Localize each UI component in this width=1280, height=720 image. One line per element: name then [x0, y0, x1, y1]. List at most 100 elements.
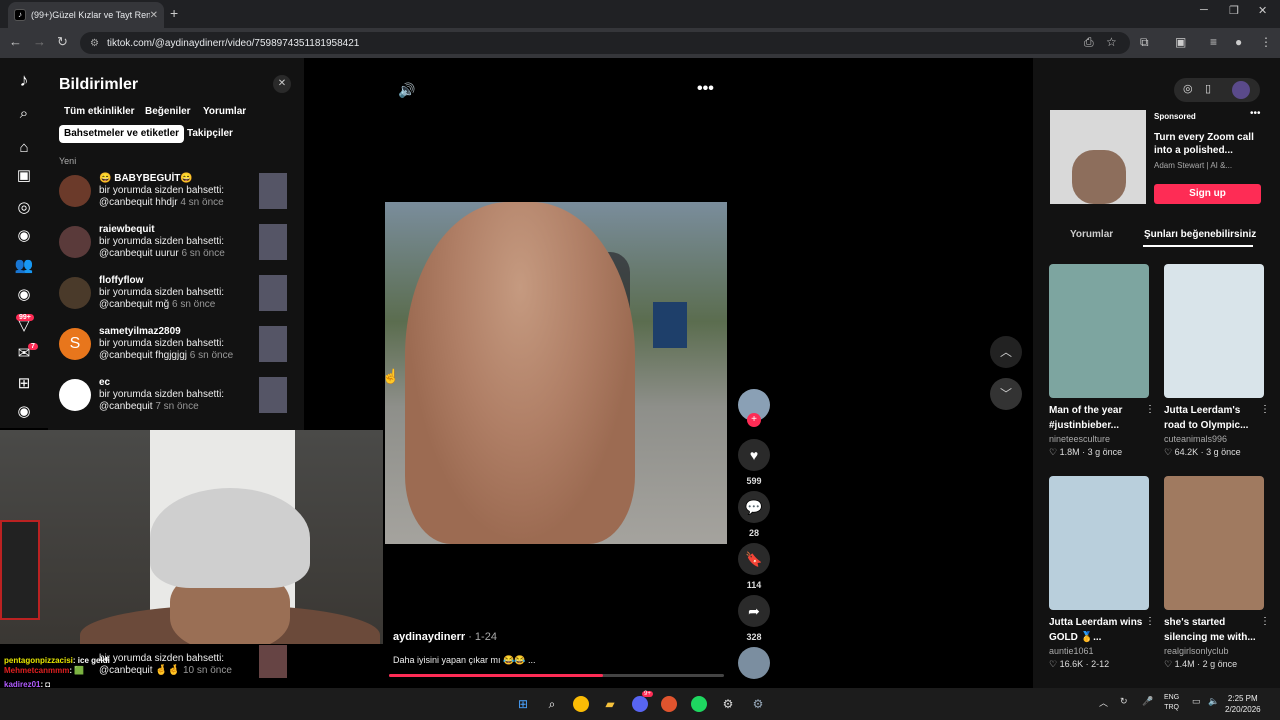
friends-avatar-icon[interactable]: ◉ — [14, 285, 34, 305]
close-window-icon[interactable]: ✕ — [1258, 4, 1267, 17]
notification-avatar[interactable]: S — [59, 328, 91, 360]
chip-likes[interactable]: Beğeniler — [140, 103, 196, 121]
live-avatar-icon[interactable]: ◉ — [14, 226, 34, 246]
mic-icon[interactable]: 🎤 — [1142, 696, 1153, 707]
card-title[interactable]: Man of the year #justinbieber... — [1049, 403, 1149, 433]
notification-avatar[interactable] — [59, 175, 91, 207]
volume-icon[interactable]: 🔊 — [398, 82, 415, 99]
spotify-icon[interactable] — [691, 696, 707, 712]
bookmark-star-icon[interactable]: ☆ — [1106, 35, 1117, 49]
next-video-button[interactable]: ﹀ — [990, 378, 1022, 410]
notification-thumbnail[interactable] — [259, 377, 287, 413]
minimize-icon[interactable]: ─ — [1200, 4, 1208, 16]
obs-icon[interactable] — [661, 696, 677, 712]
save-action[interactable]: 🔖 114 — [738, 543, 770, 590]
search-icon[interactable]: ⌕ — [14, 104, 34, 124]
upload-icon[interactable]: ⊞ — [14, 374, 34, 394]
tab-close-icon[interactable]: ✕ — [150, 10, 158, 21]
profile-icon[interactable]: ◉ — [14, 402, 34, 422]
recommended-video-card[interactable]: she's started silencing me with... realg… — [1164, 476, 1270, 670]
like-action[interactable]: ♥ 599 — [738, 439, 770, 486]
creator-avatar-button[interactable]: + — [738, 389, 770, 427]
recommended-video-card[interactable]: Jutta Leerdam wins GOLD 🥇... auntie1061 … — [1049, 476, 1155, 670]
notification-avatar[interactable] — [59, 277, 91, 309]
recommended-video-card[interactable]: Man of the year #justinbieber... ninetee… — [1049, 264, 1155, 458]
ad-title[interactable]: Turn every Zoom call into a polished... — [1154, 131, 1264, 157]
close-panel-button[interactable]: ✕ — [273, 75, 291, 93]
comment-icon[interactable]: 💬 — [738, 491, 770, 523]
tiktok-logo-icon[interactable]: ♪ — [14, 70, 34, 90]
language-indicator[interactable]: ENG TRQ — [1164, 693, 1179, 713]
share-icon[interactable]: ➦ — [738, 595, 770, 627]
following-icon[interactable]: 👥 — [14, 256, 34, 276]
notification-thumbnail[interactable] — [259, 224, 287, 260]
card-more-icon[interactable]: ⋮ — [1260, 616, 1270, 627]
more-options-icon[interactable]: ••• — [697, 80, 714, 98]
notification-username[interactable]: sametyilmaz2809 — [99, 326, 181, 337]
system-clock[interactable]: 2:25 PM 2/20/2026 — [1225, 693, 1261, 715]
notification-username[interactable]: raiewbequit — [99, 224, 155, 235]
notification-thumbnail[interactable] — [259, 173, 287, 209]
card-title[interactable]: Jutta Leerdam wins GOLD 🥇... — [1049, 615, 1149, 645]
notification-row[interactable]: S sametyilmaz2809 bir yorumda sizden bah… — [59, 326, 299, 370]
shop-icon[interactable]: ▣ — [14, 166, 34, 186]
tray-chevron-icon[interactable]: ︿ — [1099, 696, 1108, 709]
chip-followers[interactable]: Takipçiler — [182, 125, 238, 143]
chip-comments[interactable]: Yorumlar — [198, 103, 251, 121]
notification-thumbnail[interactable] — [259, 326, 287, 362]
user-avatar[interactable] — [1232, 81, 1250, 99]
video-caption[interactable]: Daha iyisini yapan çıkar mı 😂😂 ... — [393, 655, 535, 666]
card-thumbnail[interactable] — [1049, 476, 1149, 610]
card-author[interactable]: realgirlsonlyclub — [1164, 646, 1264, 656]
url-field[interactable]: ⚙ tiktok.com/@aydinaydinerr/video/759897… — [80, 32, 1130, 54]
tab-comments[interactable]: Yorumlar — [1070, 229, 1113, 240]
card-more-icon[interactable]: ⋮ — [1145, 616, 1155, 627]
tab-you-may-like[interactable]: Şunları beğenebilirsiniz — [1144, 229, 1256, 240]
card-author[interactable]: auntie1061 — [1049, 646, 1149, 656]
card-title[interactable]: Jutta Leerdam's road to Olympic... — [1164, 403, 1264, 433]
reload-icon[interactable]: ↻ — [57, 34, 68, 50]
card-title[interactable]: she's started silencing me with... — [1164, 615, 1264, 645]
notification-username[interactable]: floffyflow — [99, 275, 143, 286]
card-author[interactable]: nineteesculture — [1049, 434, 1149, 444]
home-icon[interactable]: ⌂ — [14, 138, 34, 158]
card-more-icon[interactable]: ⋮ — [1145, 404, 1155, 415]
sound-disc-button[interactable] — [738, 647, 770, 679]
card-author[interactable]: cuteanimals996 — [1164, 434, 1264, 444]
steam-icon[interactable]: ⚙ — [720, 696, 736, 712]
recommended-video-card[interactable]: Jutta Leerdam's road to Olympic... cutea… — [1164, 264, 1270, 458]
browser-tab[interactable]: ♪ (99+)Güzel Kızlar ve Tayt Renkl ✕ — [8, 2, 164, 28]
device-icon[interactable]: ▯ — [1205, 82, 1211, 95]
compass-icon[interactable]: ◎ — [1183, 82, 1193, 95]
back-icon[interactable]: ← — [9, 34, 22, 49]
card-thumbnail[interactable] — [1049, 264, 1149, 398]
card-more-icon[interactable]: ⋮ — [1260, 404, 1270, 415]
new-tab-button[interactable]: + — [170, 5, 178, 21]
sidepanel-icon[interactable]: ▣ — [1175, 35, 1186, 49]
video-progress-bar[interactable] — [389, 674, 724, 677]
card-thumbnail[interactable] — [1164, 264, 1264, 398]
forward-icon[interactable]: → — [33, 34, 46, 49]
profile-avatar[interactable]: ● — [1235, 35, 1242, 49]
tray-app-icon[interactable]: ↻ — [1120, 696, 1128, 707]
follow-plus-icon[interactable]: + — [747, 413, 761, 427]
notification-row[interactable]: floffyflow bir yorumda sizden bahsetti: … — [59, 275, 299, 319]
video-player[interactable] — [385, 202, 727, 544]
notification-row[interactable]: ec bir yorumda sizden bahsetti: @canbequ… — [59, 377, 299, 421]
notification-username[interactable]: 😄 BABYBEGUİT😄 — [99, 173, 193, 184]
comment-action[interactable]: 💬 28 — [738, 491, 770, 538]
notification-avatar[interactable] — [59, 226, 91, 258]
media-icon[interactable]: ≡ — [1210, 35, 1217, 49]
chrome-menu-icon[interactable]: ⋮ — [1260, 35, 1272, 49]
network-icon[interactable]: ▭ — [1192, 696, 1201, 707]
sound-disc-icon[interactable] — [738, 647, 770, 679]
notification-avatar[interactable] — [59, 379, 91, 411]
discord-icon[interactable] — [632, 696, 648, 712]
extensions-icon[interactable]: ⧉ — [1140, 35, 1149, 50]
explore-icon[interactable]: ◎ — [14, 198, 34, 218]
start-icon[interactable]: ⊞ — [515, 696, 531, 712]
site-info-icon[interactable]: ⚙ — [90, 38, 99, 49]
ad-more-icon[interactable]: ••• — [1250, 108, 1261, 119]
previous-video-button[interactable]: ︿ — [990, 336, 1022, 368]
author-name[interactable]: aydinaydinerr — [393, 631, 465, 643]
